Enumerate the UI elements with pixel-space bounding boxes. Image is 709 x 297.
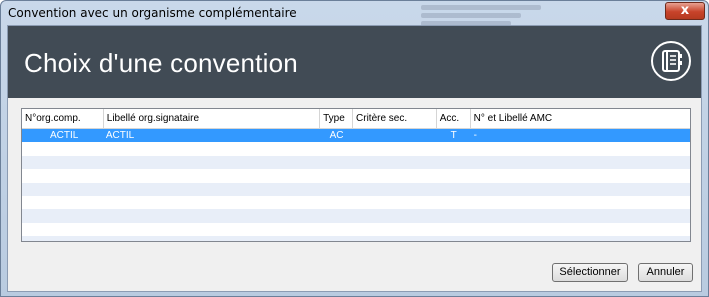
column-header-amc[interactable]: N° et Libellé AMC [471, 109, 690, 129]
column-header-libelle[interactable]: Libellé org.signataire [104, 109, 321, 129]
empty-row [22, 236, 690, 241]
cell-acc: T [450, 130, 457, 141]
cell-type: AC [329, 130, 344, 141]
window-title: Convention avec un organisme complémenta… [8, 6, 297, 20]
column-header-critere[interactable]: Critère sec. [353, 109, 437, 129]
empty-row [22, 196, 690, 209]
empty-row [22, 155, 690, 170]
title-bar[interactable]: Convention avec un organisme complémenta… [1, 1, 708, 26]
header-banner: Choix d'une convention [8, 26, 701, 98]
dialog-window: Convention avec un organisme complémenta… [0, 0, 709, 297]
cell-critere [353, 129, 437, 142]
empty-row [22, 142, 690, 155]
empty-row [22, 182, 690, 196]
notebook-icon [651, 41, 691, 81]
dialog-content: Choix d'une convention N°org.comp. Libel… [7, 25, 702, 292]
cell-libelle: ACTIL [105, 130, 135, 141]
close-icon: x [680, 3, 690, 18]
cell-org-comp: ACTIL [50, 130, 79, 141]
background-window-ghost [421, 5, 581, 26]
select-button[interactable]: Sélectionner [552, 263, 628, 282]
table-row[interactable]: ACTIL ACTIL AC T - [22, 129, 690, 143]
close-button[interactable]: x [665, 2, 705, 20]
page-title: Choix d'une convention [24, 48, 298, 78]
empty-row [22, 169, 690, 182]
empty-row [22, 209, 690, 223]
empty-row [22, 223, 690, 236]
column-header-type[interactable]: Type [320, 109, 354, 129]
cell-amc: - [473, 130, 478, 141]
table-header: N°org.comp. Libellé org.signataire Type … [22, 109, 690, 129]
conventions-table[interactable]: N°org.comp. Libellé org.signataire Type … [21, 108, 691, 242]
column-header-org-comp[interactable]: N°org.comp. [22, 109, 104, 129]
column-header-acc[interactable]: Acc. [437, 109, 471, 129]
cancel-button[interactable]: Annuler [638, 263, 693, 282]
